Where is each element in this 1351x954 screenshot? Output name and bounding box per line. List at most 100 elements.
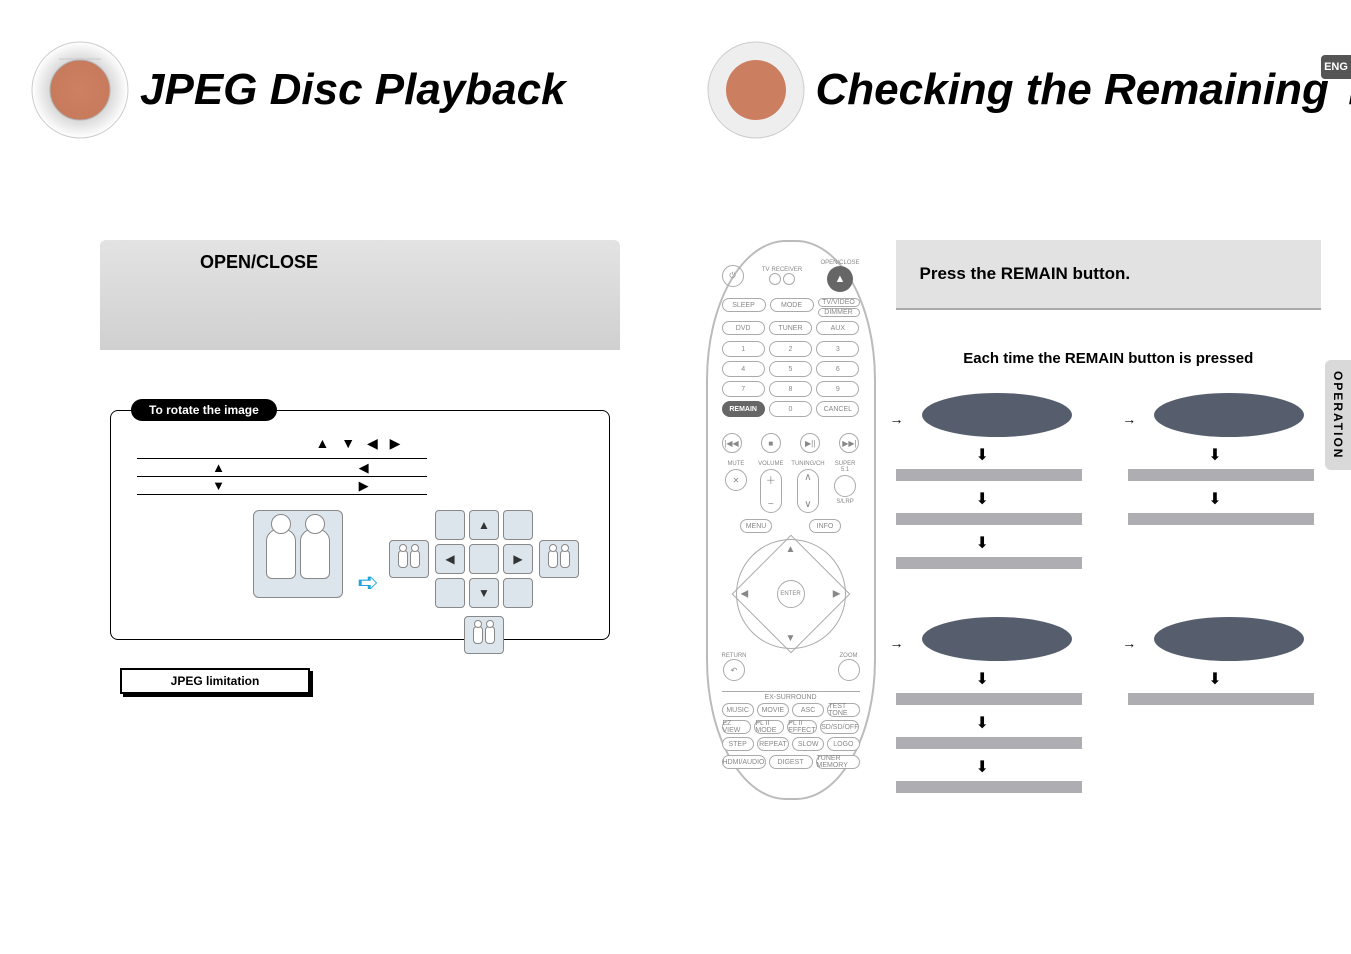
- slow-button[interactable]: SLOW: [792, 737, 824, 751]
- characters-small: [389, 540, 429, 578]
- key-5[interactable]: 5: [769, 361, 812, 377]
- repeat-button[interactable]: REPEAT: [757, 737, 789, 751]
- key-4[interactable]: 4: [722, 361, 765, 377]
- mute-label: MUTE: [727, 461, 744, 467]
- pl2mode-button[interactable]: PL II MODE: [754, 720, 784, 734]
- open-close-bar: OPEN/CLOSE: [100, 240, 620, 350]
- hdmiaudio-button[interactable]: HDMI/AUDIO: [722, 755, 766, 769]
- stop-button[interactable]: ■: [761, 433, 781, 453]
- return-button[interactable]: ↶: [723, 659, 745, 681]
- tv-led: [769, 273, 781, 285]
- right-inner: ⏻ TV RECEIVER OPEN/CLOSE ▲ SLEEP: [706, 240, 1322, 801]
- characters-large: [253, 510, 343, 598]
- menu-button[interactable]: MENU: [740, 519, 772, 533]
- enter-arrow-icon: →: [1122, 411, 1136, 427]
- key-0[interactable]: 0: [769, 401, 812, 417]
- row-source: DVD TUNER AUX: [722, 321, 860, 335]
- dpad-left[interactable]: ◀: [741, 589, 749, 600]
- display-oval: [1154, 617, 1304, 661]
- power-button[interactable]: ⏻: [722, 265, 744, 287]
- menu-info-row: MENU INFO: [722, 519, 860, 533]
- person-icon: [266, 529, 296, 579]
- prev-button[interactable]: |◀◀: [722, 433, 742, 453]
- dpad-down[interactable]: ▼: [786, 633, 796, 644]
- testtone-button[interactable]: TEST TONE: [827, 703, 859, 717]
- volume-label: VOLUME: [758, 461, 783, 467]
- enter-arrow-icon: →: [890, 635, 904, 651]
- key-8[interactable]: 8: [769, 381, 812, 397]
- cell: ▲: [137, 459, 300, 477]
- play-button[interactable]: ▶||: [800, 433, 820, 453]
- key-1[interactable]: 1: [722, 341, 765, 357]
- right-icon: ▶: [503, 544, 533, 574]
- aux-button[interactable]: AUX: [816, 321, 859, 335]
- enter-arrow-icon: →: [890, 411, 904, 427]
- logo-button[interactable]: LOGO: [827, 737, 859, 751]
- display-bar: [896, 737, 1082, 749]
- left-icon: ◀: [435, 544, 465, 574]
- dimmer-button[interactable]: DIMMER: [818, 308, 860, 317]
- return-zoom-row: RETURN ↶ ZOOM: [722, 653, 860, 681]
- tvvideo-button[interactable]: TV/VIDEO: [818, 298, 860, 307]
- surround-label: EX-SURROUND: [722, 691, 860, 701]
- display-bar: [1128, 693, 1314, 705]
- display-oval: [922, 393, 1072, 437]
- characters-small: [539, 540, 579, 578]
- sdoff-button[interactable]: SD/SD/OFF: [820, 720, 859, 734]
- down-arrow-icon: ⬇: [1208, 489, 1221, 509]
- pl2effect-button[interactable]: PL II EFFECT: [787, 720, 817, 734]
- instruction-text: Press the REMAIN button.: [920, 264, 1131, 284]
- display-bar: [896, 781, 1082, 793]
- mode-col: → ⬇ ⬇ ⬇: [896, 393, 1089, 577]
- rotate-table: ▲ ◀ ▼ ▶: [137, 458, 427, 495]
- remain-button[interactable]: REMAIN: [722, 401, 765, 417]
- dpad-right[interactable]: ▶: [833, 589, 841, 600]
- open-close-button[interactable]: ▲: [827, 266, 853, 292]
- mute-button[interactable]: ✕: [725, 469, 747, 491]
- movie-button[interactable]: MOVIE: [757, 703, 789, 717]
- operation-sidetab: OPERATION: [1325, 360, 1351, 470]
- cancel-button[interactable]: CANCEL: [816, 401, 859, 417]
- display-bar: [896, 469, 1082, 481]
- surround-box: EX-SURROUND MUSIC MOVIE ASC TEST TONE EZ…: [722, 691, 860, 769]
- enter-button[interactable]: ENTER: [777, 580, 805, 608]
- tuning-label: TUNING/CH: [791, 461, 824, 467]
- dpad-up[interactable]: ▲: [786, 544, 796, 555]
- characters-small: [464, 616, 504, 654]
- tuning-rocker[interactable]: ∧∨: [797, 469, 819, 513]
- mode-button[interactable]: MODE: [770, 298, 814, 312]
- asc-button[interactable]: ASC: [792, 703, 824, 717]
- super-button[interactable]: [834, 475, 856, 497]
- music-button[interactable]: MUSIC: [722, 703, 754, 717]
- nav-wheel: ▲ ◀▶ ▼: [435, 510, 533, 608]
- page: 0101010101010101010101010 JPEG Disc Play…: [0, 0, 1351, 954]
- instruction-bar: Press the REMAIN button.: [896, 240, 1322, 310]
- mode-col: → ⬇ ⬇ ⬇: [896, 617, 1089, 801]
- next-button[interactable]: ▶▶|: [839, 433, 859, 453]
- mode-col: → ⬇ ⬇: [1128, 393, 1321, 577]
- transport-row: |◀◀ ■ ▶|| ▶▶|: [722, 433, 860, 453]
- enter-arrow-icon: →: [1122, 635, 1136, 651]
- key-2[interactable]: 2: [769, 341, 812, 357]
- key-6[interactable]: 6: [816, 361, 859, 377]
- digest-button[interactable]: DIGEST: [769, 755, 813, 769]
- info-button[interactable]: INFO: [809, 519, 841, 533]
- remain-row: REMAIN 0 CANCEL: [722, 401, 860, 417]
- row-mode: SLEEP MODE TV/VIDEO DIMMER: [722, 298, 860, 317]
- down-arrow-icon: ⬇: [1208, 445, 1221, 465]
- right-content: Press the REMAIN button. Each time the R…: [896, 240, 1322, 801]
- super-label: SUPER 5.1: [831, 461, 860, 473]
- vol-tune: MUTE ✕ VOLUME ＋− TUNING/CH ∧∨ SUPER 5.1: [722, 461, 860, 513]
- tuner-button[interactable]: TUNER: [769, 321, 812, 335]
- sleep-button[interactable]: SLEEP: [722, 298, 766, 312]
- volume-rocker[interactable]: ＋−: [760, 469, 782, 513]
- cell: ▶: [300, 477, 427, 495]
- ezview-button[interactable]: EZ VIEW: [722, 720, 752, 734]
- zoom-button[interactable]: [838, 659, 860, 681]
- dvd-button[interactable]: DVD: [722, 321, 765, 335]
- key-9[interactable]: 9: [816, 381, 859, 397]
- key-3[interactable]: 3: [816, 341, 859, 357]
- key-7[interactable]: 7: [722, 381, 765, 397]
- step-button[interactable]: STEP: [722, 737, 754, 751]
- tunermem-button[interactable]: TUNER MEMORY: [816, 755, 860, 769]
